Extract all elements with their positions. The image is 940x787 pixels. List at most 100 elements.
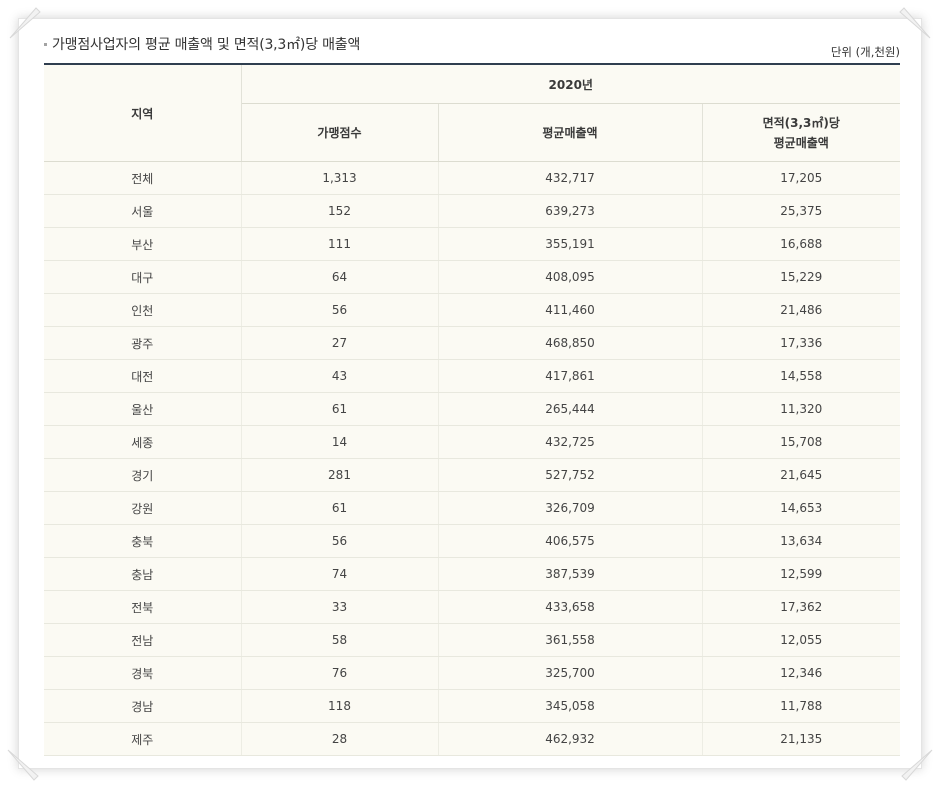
table-title-text: 가맹점사업자의 평균 매출액 및 면적(3,3㎡)당 매출액 xyxy=(52,37,361,53)
store-count-cell: 56 xyxy=(241,293,439,327)
bullet-icon xyxy=(44,43,47,46)
average-sales-cell: 355,191 xyxy=(438,227,703,261)
table-body: 전체 1,313 432,717 17,205 서울 152 639,273 25,375 부산… xyxy=(44,161,900,756)
sales-per-area-cell: 15,229 xyxy=(702,260,900,294)
average-sales-cell: 462,932 xyxy=(438,722,703,756)
sales-per-area-cell: 17,362 xyxy=(702,590,900,624)
store-count-cell: 118 xyxy=(241,689,439,723)
sales-per-area-cell: 17,205 xyxy=(702,161,900,195)
sales-per-area-cell: 16,688 xyxy=(702,227,900,261)
average-sales-cell: 326,709 xyxy=(438,491,703,525)
region-cell: 대구 xyxy=(44,260,242,294)
average-sales-cell: 432,725 xyxy=(438,425,703,459)
sales-per-area-cell: 21,135 xyxy=(702,722,900,756)
region-cell: 제주 xyxy=(44,722,242,756)
store-count-cell: 28 xyxy=(241,722,439,756)
store-count-cell: 61 xyxy=(241,491,439,525)
region-cell: 충남 xyxy=(44,557,242,591)
sales-per-area-cell: 25,375 xyxy=(702,194,900,228)
store-count-cell: 43 xyxy=(241,359,439,393)
store-count-cell: 33 xyxy=(241,590,439,624)
sales-per-area-cell: 21,645 xyxy=(702,458,900,492)
sales-per-area-cell: 14,653 xyxy=(702,491,900,525)
table-row: 경남 118 345,058 11,788 xyxy=(44,689,900,723)
table-header-bar: 가맹점사업자의 평균 매출액 및 면적(3,3㎡)당 매출액 단위 (개,천원) xyxy=(44,32,900,64)
average-sales-cell: 639,273 xyxy=(438,194,703,228)
average-sales-cell: 325,700 xyxy=(438,656,703,690)
table-row: 대전 43 417,861 14,558 xyxy=(44,359,900,393)
region-cell: 전체 xyxy=(44,161,242,195)
store-count-cell: 76 xyxy=(241,656,439,690)
table-row: 인천 56 411,460 21,486 xyxy=(44,293,900,327)
average-sales-cell: 406,575 xyxy=(438,524,703,558)
table-row: 전북 33 433,658 17,362 xyxy=(44,590,900,624)
header-store-count: 가맹점수 xyxy=(241,103,439,162)
average-sales-cell: 408,095 xyxy=(438,260,703,294)
sales-per-area-cell: 12,599 xyxy=(702,557,900,591)
region-cell: 경기 xyxy=(44,458,242,492)
table-row: 경기 281 527,752 21,645 xyxy=(44,458,900,492)
unit-label: 단위 (개,천원) xyxy=(830,45,900,59)
region-cell: 전북 xyxy=(44,590,242,624)
table-row: 부산 111 355,191 16,688 xyxy=(44,227,900,261)
average-sales-cell: 527,752 xyxy=(438,458,703,492)
sales-per-area-cell: 12,055 xyxy=(702,623,900,657)
store-count-cell: 27 xyxy=(241,326,439,360)
sales-per-area-cell: 12,346 xyxy=(702,656,900,690)
average-sales-cell: 345,058 xyxy=(438,689,703,723)
table-row: 광주 27 468,850 17,336 xyxy=(44,326,900,360)
sales-table: 지역 2020년 가맹점수 평균매출액 면적(3,3㎡)당 평균매출액 전체 1,… xyxy=(44,65,900,756)
sales-per-area-cell: 17,336 xyxy=(702,326,900,360)
region-cell: 부산 xyxy=(44,227,242,261)
table-row: 전남 58 361,558 12,055 xyxy=(44,623,900,657)
header-sales-per-area-line2: 평균매출액 xyxy=(773,135,829,150)
average-sales-cell: 387,539 xyxy=(438,557,703,591)
sales-per-area-cell: 15,708 xyxy=(702,425,900,459)
store-count-cell: 152 xyxy=(241,194,439,228)
store-count-cell: 14 xyxy=(241,425,439,459)
sales-per-area-cell: 11,788 xyxy=(702,689,900,723)
average-sales-cell: 432,717 xyxy=(438,161,703,195)
sales-per-area-cell: 13,634 xyxy=(702,524,900,558)
table-row: 대구 64 408,095 15,229 xyxy=(44,260,900,294)
average-sales-cell: 265,444 xyxy=(438,392,703,426)
average-sales-cell: 411,460 xyxy=(438,293,703,327)
table-row: 제주 28 462,932 21,135 xyxy=(44,722,900,756)
header-average-sales: 평균매출액 xyxy=(438,103,703,162)
sales-per-area-cell: 21,486 xyxy=(702,293,900,327)
header-sales-per-area: 면적(3,3㎡)당 평균매출액 xyxy=(702,103,900,162)
table-row: 세종 14 432,725 15,708 xyxy=(44,425,900,459)
store-count-cell: 64 xyxy=(241,260,439,294)
page-curl-top-right xyxy=(899,7,931,39)
table-title: 가맹점사업자의 평균 매출액 및 면적(3,3㎡)당 매출액 xyxy=(44,34,360,54)
table-row: 강원 61 326,709 14,653 xyxy=(44,491,900,525)
page-curl-bottom-left xyxy=(7,749,39,781)
region-cell: 광주 xyxy=(44,326,242,360)
store-count-cell: 281 xyxy=(241,458,439,492)
table-row: 울산 61 265,444 11,320 xyxy=(44,392,900,426)
average-sales-cell: 417,861 xyxy=(438,359,703,393)
store-count-cell: 61 xyxy=(241,392,439,426)
region-cell: 서울 xyxy=(44,194,242,228)
region-cell: 세종 xyxy=(44,425,242,459)
region-cell: 전남 xyxy=(44,623,242,657)
header-sales-per-area-line1: 면적(3,3㎡)당 xyxy=(762,115,840,130)
table-row: 전체 1,313 432,717 17,205 xyxy=(44,161,900,195)
region-cell: 강원 xyxy=(44,491,242,525)
region-cell: 울산 xyxy=(44,392,242,426)
store-count-cell: 111 xyxy=(241,227,439,261)
table-row: 경북 76 325,700 12,346 xyxy=(44,656,900,690)
store-count-cell: 56 xyxy=(241,524,439,558)
header-region: 지역 xyxy=(44,65,242,162)
average-sales-cell: 361,558 xyxy=(438,623,703,657)
store-count-cell: 1,313 xyxy=(241,161,439,195)
store-count-cell: 58 xyxy=(241,623,439,657)
table-row: 충북 56 406,575 13,634 xyxy=(44,524,900,558)
average-sales-cell: 433,658 xyxy=(438,590,703,624)
table-row: 서울 152 639,273 25,375 xyxy=(44,194,900,228)
average-sales-cell: 468,850 xyxy=(438,326,703,360)
region-cell: 충북 xyxy=(44,524,242,558)
page-curl-bottom-right xyxy=(901,749,933,781)
sales-per-area-cell: 11,320 xyxy=(702,392,900,426)
table-row: 충남 74 387,539 12,599 xyxy=(44,557,900,591)
